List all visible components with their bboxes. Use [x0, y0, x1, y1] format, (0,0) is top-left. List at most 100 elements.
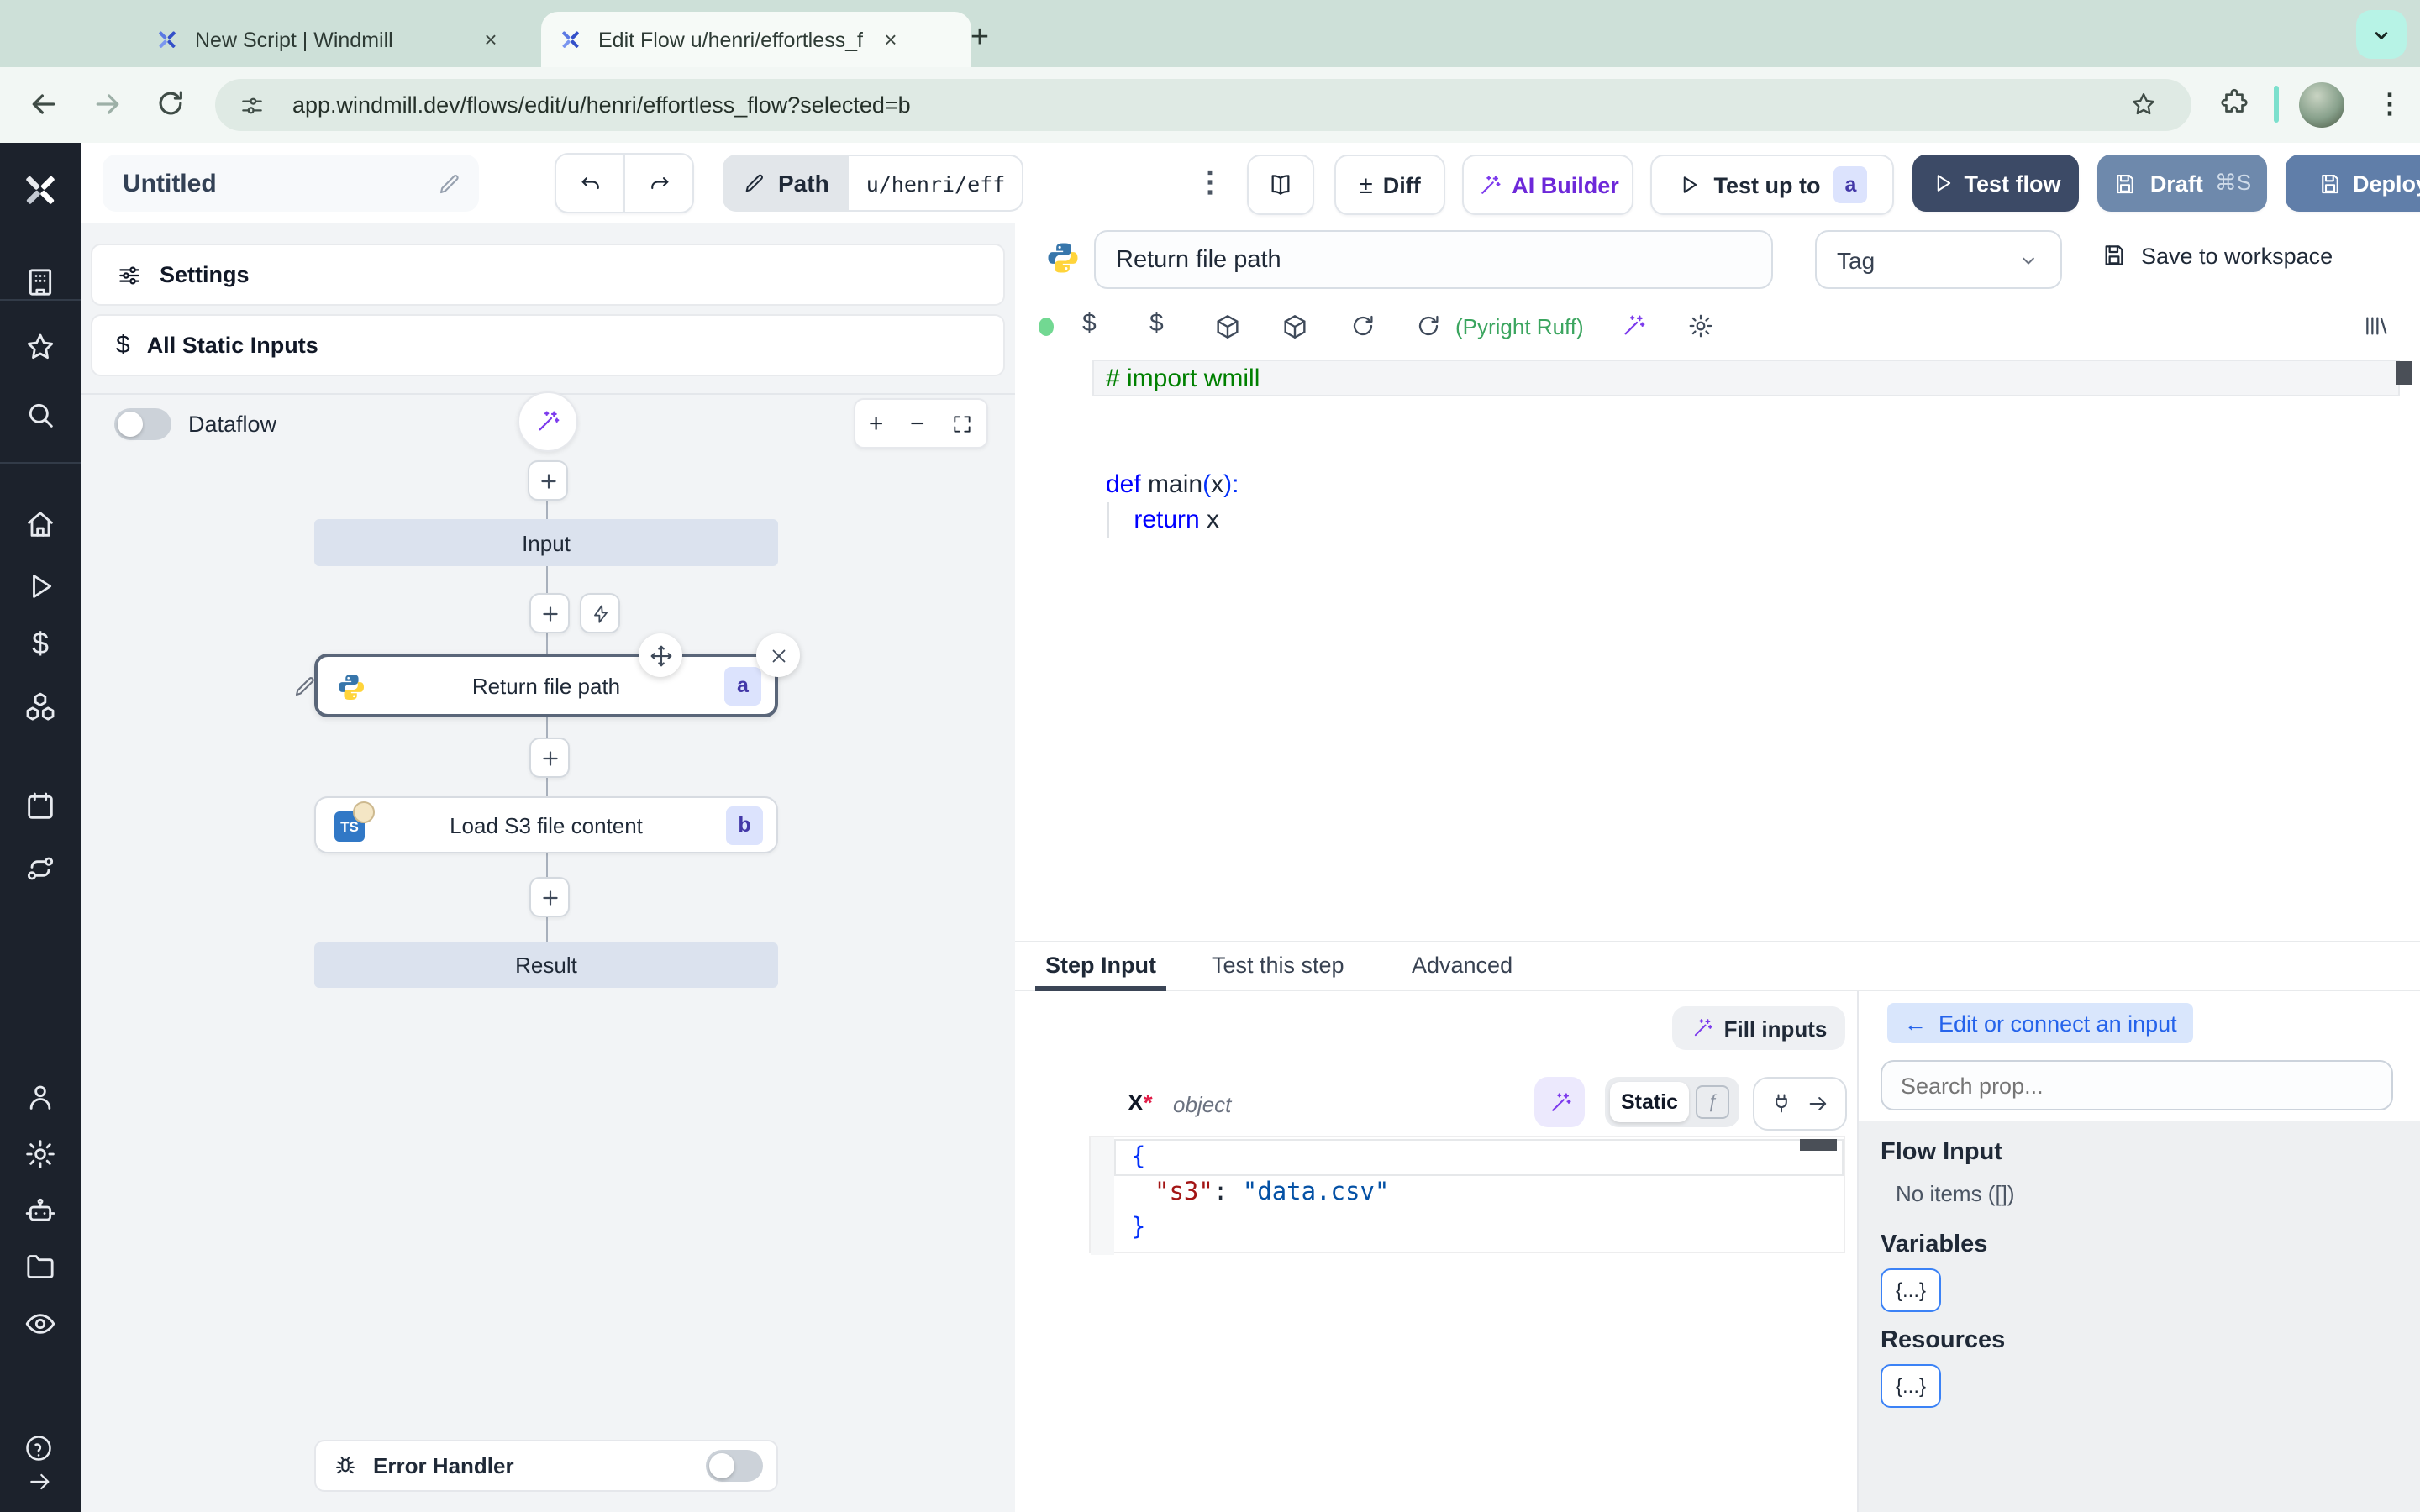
zoom-out-button[interactable]: −: [910, 409, 925, 438]
resources-expand-button[interactable]: {...}: [1881, 1364, 1941, 1408]
tab-test-this-step[interactable]: Test this step: [1212, 953, 1344, 978]
add-step-button[interactable]: [529, 738, 570, 778]
back-button[interactable]: [27, 87, 60, 121]
settings-row[interactable]: Settings: [91, 244, 1005, 306]
fit-view-icon[interactable]: [951, 412, 973, 434]
site-settings-icon[interactable]: [239, 92, 266, 118]
url-text: app.windmill.dev/flows/edit/u/henri/effo…: [292, 92, 911, 118]
tag-select[interactable]: Tag: [1815, 230, 2062, 289]
undo-button[interactable]: [555, 153, 623, 213]
static-mode-button[interactable]: Static: [1610, 1082, 1689, 1122]
sidebar-item-audit[interactable]: [24, 1307, 57, 1341]
fill-inputs-button[interactable]: Fill inputs: [1672, 1006, 1845, 1050]
bookmark-star-icon[interactable]: [2129, 91, 2158, 119]
extensions-puzzle-icon[interactable]: [2218, 87, 2250, 119]
flow-node-step-b[interactable]: TS Load S3 file content b: [314, 796, 778, 853]
test-flow-button[interactable]: Test flow: [1912, 155, 2079, 212]
tab-close-icon[interactable]: ×: [477, 27, 504, 52]
dataflow-toggle[interactable]: [114, 408, 171, 440]
new-tab-button[interactable]: +: [955, 13, 1005, 64]
reload-button[interactable]: [1415, 312, 1442, 339]
edit-connect-button[interactable]: ← Edit or connect an input: [1887, 1003, 2194, 1043]
sidebar-item-search[interactable]: [24, 398, 57, 432]
package-button[interactable]: [1213, 312, 1242, 341]
lint-status[interactable]: (Pyright Ruff): [1455, 314, 1584, 339]
resources-dollar-button[interactable]: $: [1150, 309, 1164, 338]
address-bar[interactable]: app.windmill.dev/flows/edit/u/henri/effo…: [215, 79, 2191, 131]
sidebar-item-resources[interactable]: [24, 690, 57, 724]
edit-pencil-icon[interactable]: [437, 171, 462, 196]
browser-tab-active[interactable]: Edit Flow u/henri/effortless_fl ×: [541, 12, 971, 67]
add-step-button[interactable]: [528, 460, 568, 501]
package-button[interactable]: [1281, 312, 1309, 341]
library-button[interactable]: [2363, 312, 2390, 339]
add-trigger-button[interactable]: [580, 593, 620, 633]
redo-button[interactable]: [623, 153, 694, 213]
plus-icon: [542, 750, 557, 765]
tab-close-icon[interactable]: ×: [877, 27, 904, 52]
save-to-workspace-button[interactable]: Save to workspace: [2101, 242, 2333, 269]
sidebar-item-workspace[interactable]: [24, 265, 57, 299]
step-name-input[interactable]: [1094, 230, 1773, 289]
tab-search-button[interactable]: [2356, 10, 2407, 59]
error-handler-toggle[interactable]: [706, 1450, 763, 1482]
sidebar-item-routes[interactable]: [24, 852, 57, 885]
browser-menu-kebab-icon[interactable]: ⋮: [2370, 82, 2410, 126]
ai-assist-wand-button[interactable]: [1620, 312, 1647, 339]
zoom-in-button[interactable]: +: [869, 409, 884, 438]
error-handler-row[interactable]: Error Handler: [314, 1440, 778, 1492]
flow-node-step-a[interactable]: Return file path a: [295, 654, 778, 717]
sidebar-collapse-button[interactable]: [27, 1468, 54, 1495]
sidebar-item-user[interactable]: [24, 1080, 57, 1114]
sidebar-divider: [0, 462, 81, 464]
reload-button[interactable]: [155, 87, 187, 119]
javascript-mode-icon[interactable]: ƒ: [1696, 1085, 1729, 1119]
more-options-kebab-icon[interactable]: ⋮: [1193, 158, 1227, 208]
variables-dollar-button[interactable]: $: [1082, 309, 1097, 338]
flow-node-result[interactable]: Result: [314, 942, 778, 988]
flow-name-input[interactable]: Untitled: [103, 155, 479, 212]
deploy-button[interactable]: Deploy: [2286, 155, 2420, 212]
ai-fill-wand-button[interactable]: [1534, 1077, 1585, 1127]
editor-settings-button[interactable]: [1687, 312, 1714, 339]
diff-button[interactable]: ± Diff: [1334, 155, 1445, 215]
reload-button[interactable]: [1349, 312, 1376, 339]
browser-tab-inactive[interactable]: New Script | Windmill ×: [138, 12, 571, 67]
draft-button[interactable]: Draft ⌘S: [2097, 155, 2267, 212]
search-prop-input[interactable]: [1881, 1060, 2393, 1110]
connect-input-group[interactable]: [1753, 1077, 1847, 1131]
sidebar-item-home[interactable]: [24, 507, 57, 541]
forward-button[interactable]: [91, 87, 124, 121]
windmill-logo[interactable]: [20, 170, 60, 218]
dollar-icon: $: [116, 331, 130, 360]
code-editor[interactable]: # import wmill def main(x): return x: [1015, 354, 2420, 941]
edit-pencil-icon[interactable]: [292, 673, 318, 698]
editor-scrollbar-thumb[interactable]: [2396, 361, 2412, 385]
ai-builder-button[interactable]: AI Builder: [1462, 155, 1634, 215]
help-button[interactable]: [24, 1433, 54, 1463]
tab-step-input[interactable]: Step Input: [1045, 953, 1156, 978]
sidebar-item-workers[interactable]: [24, 1194, 57, 1228]
path-group[interactable]: Path u/henri/eff: [723, 155, 1024, 212]
json-input-editor[interactable]: { "s3": "data.csv" }: [1089, 1136, 1845, 1255]
all-static-inputs-row[interactable]: $ All Static Inputs: [91, 314, 1005, 376]
sidebar-item-variables[interactable]: $: [24, 626, 57, 660]
editor-scrollbar-thumb[interactable]: [1800, 1139, 1837, 1151]
tab-advanced[interactable]: Advanced: [1412, 953, 1512, 978]
add-step-button[interactable]: [529, 593, 570, 633]
add-step-button[interactable]: [529, 877, 570, 917]
sidebar-item-runs[interactable]: [24, 570, 57, 603]
sidebar-item-favorites[interactable]: [24, 331, 57, 365]
flow-node-input[interactable]: Input: [314, 519, 778, 566]
docs-button[interactable]: [1247, 155, 1314, 215]
ai-flow-wand-button[interactable]: [518, 391, 578, 452]
test-up-to-button[interactable]: Test up to a: [1650, 155, 1894, 215]
avatar[interactable]: [2299, 82, 2344, 128]
delete-step-button[interactable]: [756, 633, 800, 677]
move-step-button[interactable]: [639, 633, 682, 677]
variables-expand-button[interactable]: {...}: [1881, 1268, 1941, 1312]
sidebar-item-folders[interactable]: [24, 1250, 57, 1284]
sidebar-item-schedules[interactable]: [24, 790, 57, 823]
sidebar-item-settings[interactable]: [24, 1137, 57, 1171]
code-line: return x: [1134, 506, 1220, 534]
